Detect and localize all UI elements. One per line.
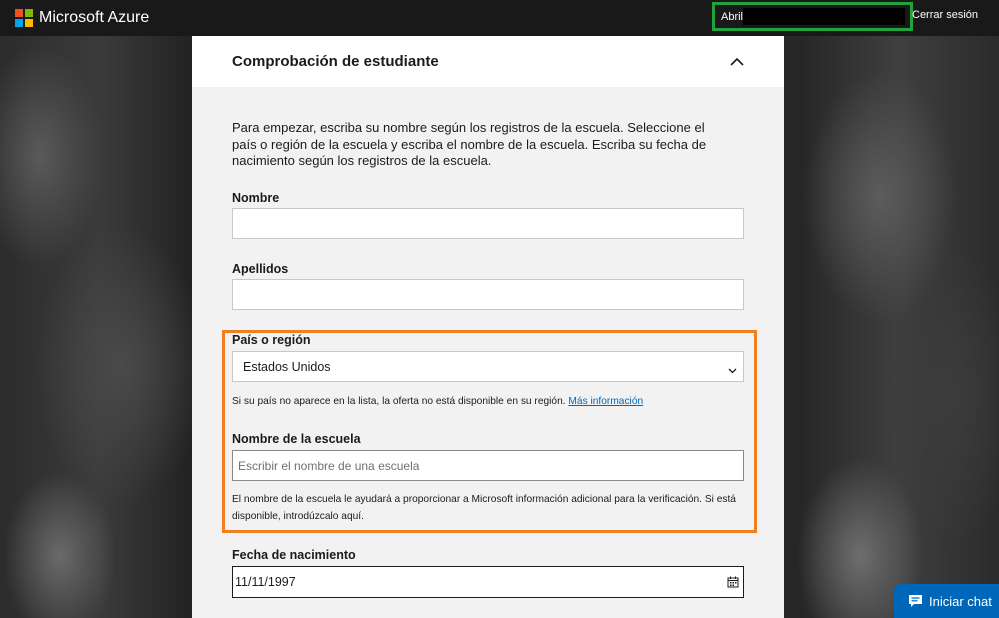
- school-input-placeholder: Escribir el nombre de una escuela: [238, 458, 420, 473]
- panel-header[interactable]: Comprobación de estudiante: [192, 36, 784, 87]
- school-input[interactable]: Escribir el nombre de una escuela: [232, 450, 744, 481]
- dob-input[interactable]: 11/11/1997: [232, 566, 744, 598]
- dob-value: 11/11/1997: [235, 575, 296, 589]
- panel-title: Comprobación de estudiante: [232, 53, 439, 70]
- student-verification-panel: Comprobación de estudiante Para empezar,…: [192, 36, 784, 618]
- brand-name: Microsoft Azure: [39, 9, 150, 26]
- country-select-value: Estados Unidos: [243, 359, 331, 374]
- more-info-link[interactable]: Más información: [568, 396, 643, 407]
- top-bar: Microsoft Azure Abril Cerrar sesión: [0, 0, 999, 36]
- intro-text: Para empezar, escriba su nombre según lo…: [232, 120, 707, 168]
- last-name-input[interactable]: [232, 279, 744, 310]
- signout-link[interactable]: Cerrar sesión: [912, 9, 978, 21]
- last-name-label: Apellidos: [232, 262, 289, 276]
- chevron-up-icon[interactable]: [730, 55, 744, 69]
- brand[interactable]: Microsoft Azure: [15, 9, 149, 27]
- microsoft-logo-icon: [15, 9, 33, 27]
- country-label: País o región: [232, 333, 311, 347]
- first-name-label: Nombre: [232, 191, 280, 205]
- country-select[interactable]: Estados Unidos: [232, 351, 744, 382]
- first-name-input[interactable]: [232, 208, 744, 239]
- chevron-down-icon: [728, 363, 737, 377]
- user-account[interactable]: Abril: [712, 2, 913, 31]
- start-chat-label: Iniciar chat: [929, 593, 992, 609]
- school-help-text: El nombre de la escuela le ayudará a pro…: [232, 494, 736, 522]
- country-help-text: Si su país no aparece en la lista, la of…: [232, 396, 566, 407]
- dob-label: Fecha de nacimiento: [232, 548, 356, 562]
- chat-bubble-icon: [908, 594, 923, 608]
- country-help: Si su país no aparece en la lista, la of…: [232, 393, 752, 410]
- redacted-email: [743, 8, 905, 25]
- school-label: Nombre de la escuela: [232, 432, 361, 446]
- calendar-icon[interactable]: [727, 576, 739, 591]
- start-chat-button[interactable]: Iniciar chat: [894, 584, 999, 618]
- user-name: Abril: [721, 10, 744, 23]
